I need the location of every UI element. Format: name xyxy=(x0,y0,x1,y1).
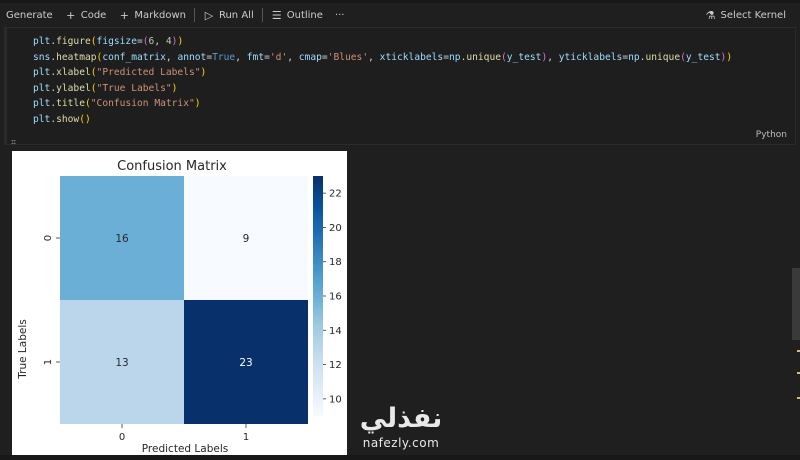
colorbar-tick-label: 10 xyxy=(329,394,342,405)
y-tick-label: 1 xyxy=(43,359,54,365)
x-tick-label: 1 xyxy=(243,432,249,443)
more-actions-button[interactable]: ··· xyxy=(329,4,351,26)
top-strip xyxy=(0,0,800,3)
run-all-icon: ▷ xyxy=(204,8,214,22)
add-code-button[interactable]: + Code xyxy=(59,4,113,26)
select-kernel-button[interactable]: ⚗ Select Kernel xyxy=(699,4,792,26)
toolbar-divider xyxy=(193,8,195,22)
y-axis-label: True Labels xyxy=(17,319,29,379)
code-line: plt.xlabel("Predicted Labels") xyxy=(33,67,207,79)
colorbar-tick-label: 20 xyxy=(329,223,342,234)
list-icon: ☰ xyxy=(271,8,282,22)
run-all-button[interactable]: ▷ Run All xyxy=(197,4,260,26)
colorbar-tick-label: 18 xyxy=(329,257,342,268)
outline-button[interactable]: ☰ Outline xyxy=(265,4,329,26)
kernel-icon: ⚗ xyxy=(705,8,716,22)
code-line: sns.heatmap(conf_matrix, annot=True, fmt… xyxy=(33,51,733,63)
watermark: نفذلي nafezly.com xyxy=(352,402,450,458)
code-line: plt.show() xyxy=(33,113,91,125)
y-tick-label: 0 xyxy=(43,235,54,241)
plus-icon: + xyxy=(119,8,129,22)
notebook-toolbar: Generate + Code + Markdown ▷ Run All ☰ O… xyxy=(0,4,800,26)
code-line: plt.ylabel("True Labels") xyxy=(33,82,178,94)
scrollbar-thumb[interactable] xyxy=(792,268,800,340)
add-markdown-button[interactable]: + Markdown xyxy=(112,4,192,26)
cell-output: Confusion Matrix 16 9 13 23 0101 Predicted … xyxy=(12,151,347,455)
x-axis-label: Predicted Labels xyxy=(142,443,228,455)
colorbar xyxy=(313,176,323,416)
colorbar-tick-label: 22 xyxy=(329,189,342,200)
chart-title: Confusion Matrix xyxy=(117,159,227,174)
cell-annotation: 13 xyxy=(115,357,128,369)
watermark-url: nafezly.com xyxy=(362,436,440,450)
plus-icon: + xyxy=(66,8,76,22)
code-line: plt.title("Confusion Matrix") xyxy=(33,98,201,110)
watermark-arabic: نفذلي xyxy=(359,403,443,434)
toolbar-divider xyxy=(261,8,263,22)
colorbar-tick-label: 16 xyxy=(329,292,342,303)
generate-button[interactable]: Generate xyxy=(0,4,59,26)
x-tick-label: 0 xyxy=(119,432,125,443)
code-editor[interactable]: plt.figure(figsize=(6, 4)) sns.heatmap(co… xyxy=(33,34,732,128)
colorbar-tick-label: 12 xyxy=(329,360,342,371)
cell-annotation: 23 xyxy=(239,357,252,369)
cell-language-label[interactable]: Python xyxy=(756,130,787,140)
confusion-matrix-heatmap: Confusion Matrix 16 913 23 0 101 Predicted … xyxy=(17,159,342,455)
colorbar-tick-label: 14 xyxy=(329,326,342,337)
cell-status-icon: ⌗ xyxy=(11,138,17,148)
code-cell[interactable]: plt.figure(figsize=(6, 4)) sns.heatmap(co… xyxy=(4,27,796,148)
cell-annotation: 9 xyxy=(243,233,250,245)
code-line: plt.figure(figsize=(6, 4)) xyxy=(33,36,184,47)
cell-annotation: 16 xyxy=(115,233,129,245)
